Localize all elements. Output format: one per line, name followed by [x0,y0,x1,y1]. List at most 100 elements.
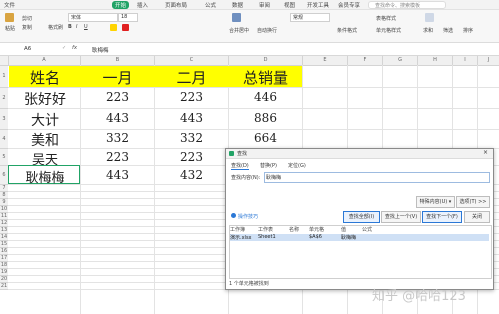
tab-replace[interactable]: 替换(P) [260,162,277,169]
header-cell[interactable]: 二月 [155,67,228,88]
find-input[interactable]: 耿梅梅 [266,174,281,181]
underline-button[interactable]: U [84,24,88,30]
column-header[interactable]: E [303,56,348,65]
row-header[interactable]: 10 [0,206,8,213]
row-header[interactable]: 20 [0,276,8,283]
number-format-select[interactable]: 常规 [290,13,330,22]
tab-home[interactable]: 开始 [112,1,130,9]
tab-member[interactable]: 会员专享 [338,1,360,9]
column-header[interactable]: F [348,56,383,65]
column-header[interactable]: I [453,56,478,65]
table-cell[interactable]: 223 [155,150,228,164]
column-header[interactable]: G [383,56,418,65]
find-next-button[interactable]: 查找下一个(F) [422,211,462,223]
column-header[interactable]: H [418,56,453,65]
tab-goto[interactable]: 定位(G) [288,162,306,169]
tab-review[interactable]: 审阅 [259,1,270,9]
sum-icon[interactable] [425,13,434,22]
sort-button[interactable]: 排序 [463,27,473,34]
column-header[interactable]: B [81,56,155,65]
dialog-titlebar[interactable] [226,149,493,159]
wrap-text-button[interactable]: 自动换行 [257,27,277,34]
close-button[interactable]: 关闭 [464,211,490,223]
merge-center-icon[interactable] [232,13,241,22]
table-cell[interactable]: 美和 [9,130,81,150]
tab-page-layout[interactable]: 页面布局 [165,1,187,9]
table-cell[interactable]: 443 [81,168,154,182]
row-header[interactable]: 3 [0,109,8,130]
column-header[interactable]: A [8,56,81,65]
column-header[interactable]: J [478,56,499,65]
paste-label[interactable]: 粘贴 [5,25,15,32]
row-header[interactable]: 5 [0,149,8,166]
tab-insert[interactable]: 插入 [137,1,148,9]
table-style-button[interactable]: 表格样式 [376,15,396,22]
find-input-box[interactable] [264,172,490,183]
cell-style-button[interactable]: 单元格样式 [376,27,401,34]
row-header[interactable]: 19 [0,269,8,276]
row-header[interactable]: 14 [0,234,8,241]
header-cell[interactable]: 姓名 [9,67,81,88]
merge-center-button[interactable]: 合并居中 [229,27,249,34]
special-content-button[interactable]: 特殊内容(U) ▾ [416,196,455,208]
row-header[interactable]: 1 [0,66,8,88]
selected-cell[interactable]: 耿梅梅 [9,167,81,186]
fx-icon[interactable]: fx [72,45,77,51]
table-cell[interactable]: 223 [81,150,154,164]
paste-icon[interactable] [5,13,14,22]
result-cell[interactable]: $A$6 [309,234,322,240]
italic-button[interactable]: I [76,24,77,30]
tab-formulas[interactable]: 公式 [205,1,216,9]
options-button[interactable]: 选项(T) >> [456,196,490,208]
sum-button[interactable]: 求和 [423,27,433,34]
row-header[interactable]: 8 [0,192,8,199]
check-icon[interactable]: ✓ [62,45,66,51]
row-header[interactable]: 11 [0,213,8,220]
tab-data[interactable]: 数据 [232,1,243,9]
row-header[interactable]: 15 [0,241,8,248]
tab-view[interactable]: 视图 [284,1,295,9]
row-header[interactable]: 13 [0,227,8,234]
table-cell[interactable]: 443 [155,111,228,125]
tab-developer[interactable]: 开发工具 [307,1,329,9]
find-prev-button[interactable]: 查找上一个(V) [381,211,421,223]
fill-color-icon[interactable] [110,24,117,31]
table-cell[interactable]: 446 [229,90,302,104]
find-all-button[interactable]: 查找全部(I) [343,211,380,223]
table-cell[interactable]: 443 [81,111,154,125]
table-cell[interactable]: 332 [155,131,228,145]
row-header[interactable]: 18 [0,262,8,269]
row-header[interactable]: 6 [0,166,8,185]
header-cell[interactable]: 一月 [81,67,154,88]
font-name-select[interactable]: 宋体 [68,13,118,22]
row-header[interactable]: 12 [0,220,8,227]
row-header[interactable]: 7 [0,185,8,192]
font-size-select[interactable]: 18 [118,13,138,22]
menu-file[interactable]: 文件 [4,1,15,9]
cut-button[interactable]: 剪切 [22,15,32,22]
column-header[interactable]: D [229,56,303,65]
table-cell[interactable]: 332 [81,131,154,145]
row-header[interactable]: 16 [0,248,8,255]
tab-find[interactable]: 查找(D) [231,162,249,170]
table-cell[interactable]: 张好好 [9,89,81,109]
row-header[interactable]: 21 [0,283,8,290]
table-cell[interactable]: 432 [155,168,228,182]
copy-button[interactable]: 复制 [22,24,32,31]
tips-link[interactable]: 操作技巧 [238,213,258,220]
row-header[interactable]: 17 [0,255,8,262]
table-cell[interactable]: 223 [155,90,228,104]
filter-button[interactable]: 筛选 [443,27,453,34]
row-header[interactable]: 4 [0,130,8,149]
name-box[interactable]: A6 [24,46,31,52]
table-cell[interactable]: 223 [81,90,154,104]
row-header[interactable]: 9 [0,199,8,206]
font-color-icon[interactable] [122,24,129,31]
result-cell[interactable]: 耿梅梅 [341,234,356,241]
header-cell[interactable]: 总销量 [229,67,302,88]
result-cell[interactable]: 演示.xlsx [230,234,252,241]
column-header[interactable]: C [155,56,229,65]
format-painter-button[interactable]: 格式刷 [48,24,63,31]
tips-icon[interactable] [231,213,236,218]
command-search-input[interactable]: 查找命令、搜索模板 [368,1,446,9]
